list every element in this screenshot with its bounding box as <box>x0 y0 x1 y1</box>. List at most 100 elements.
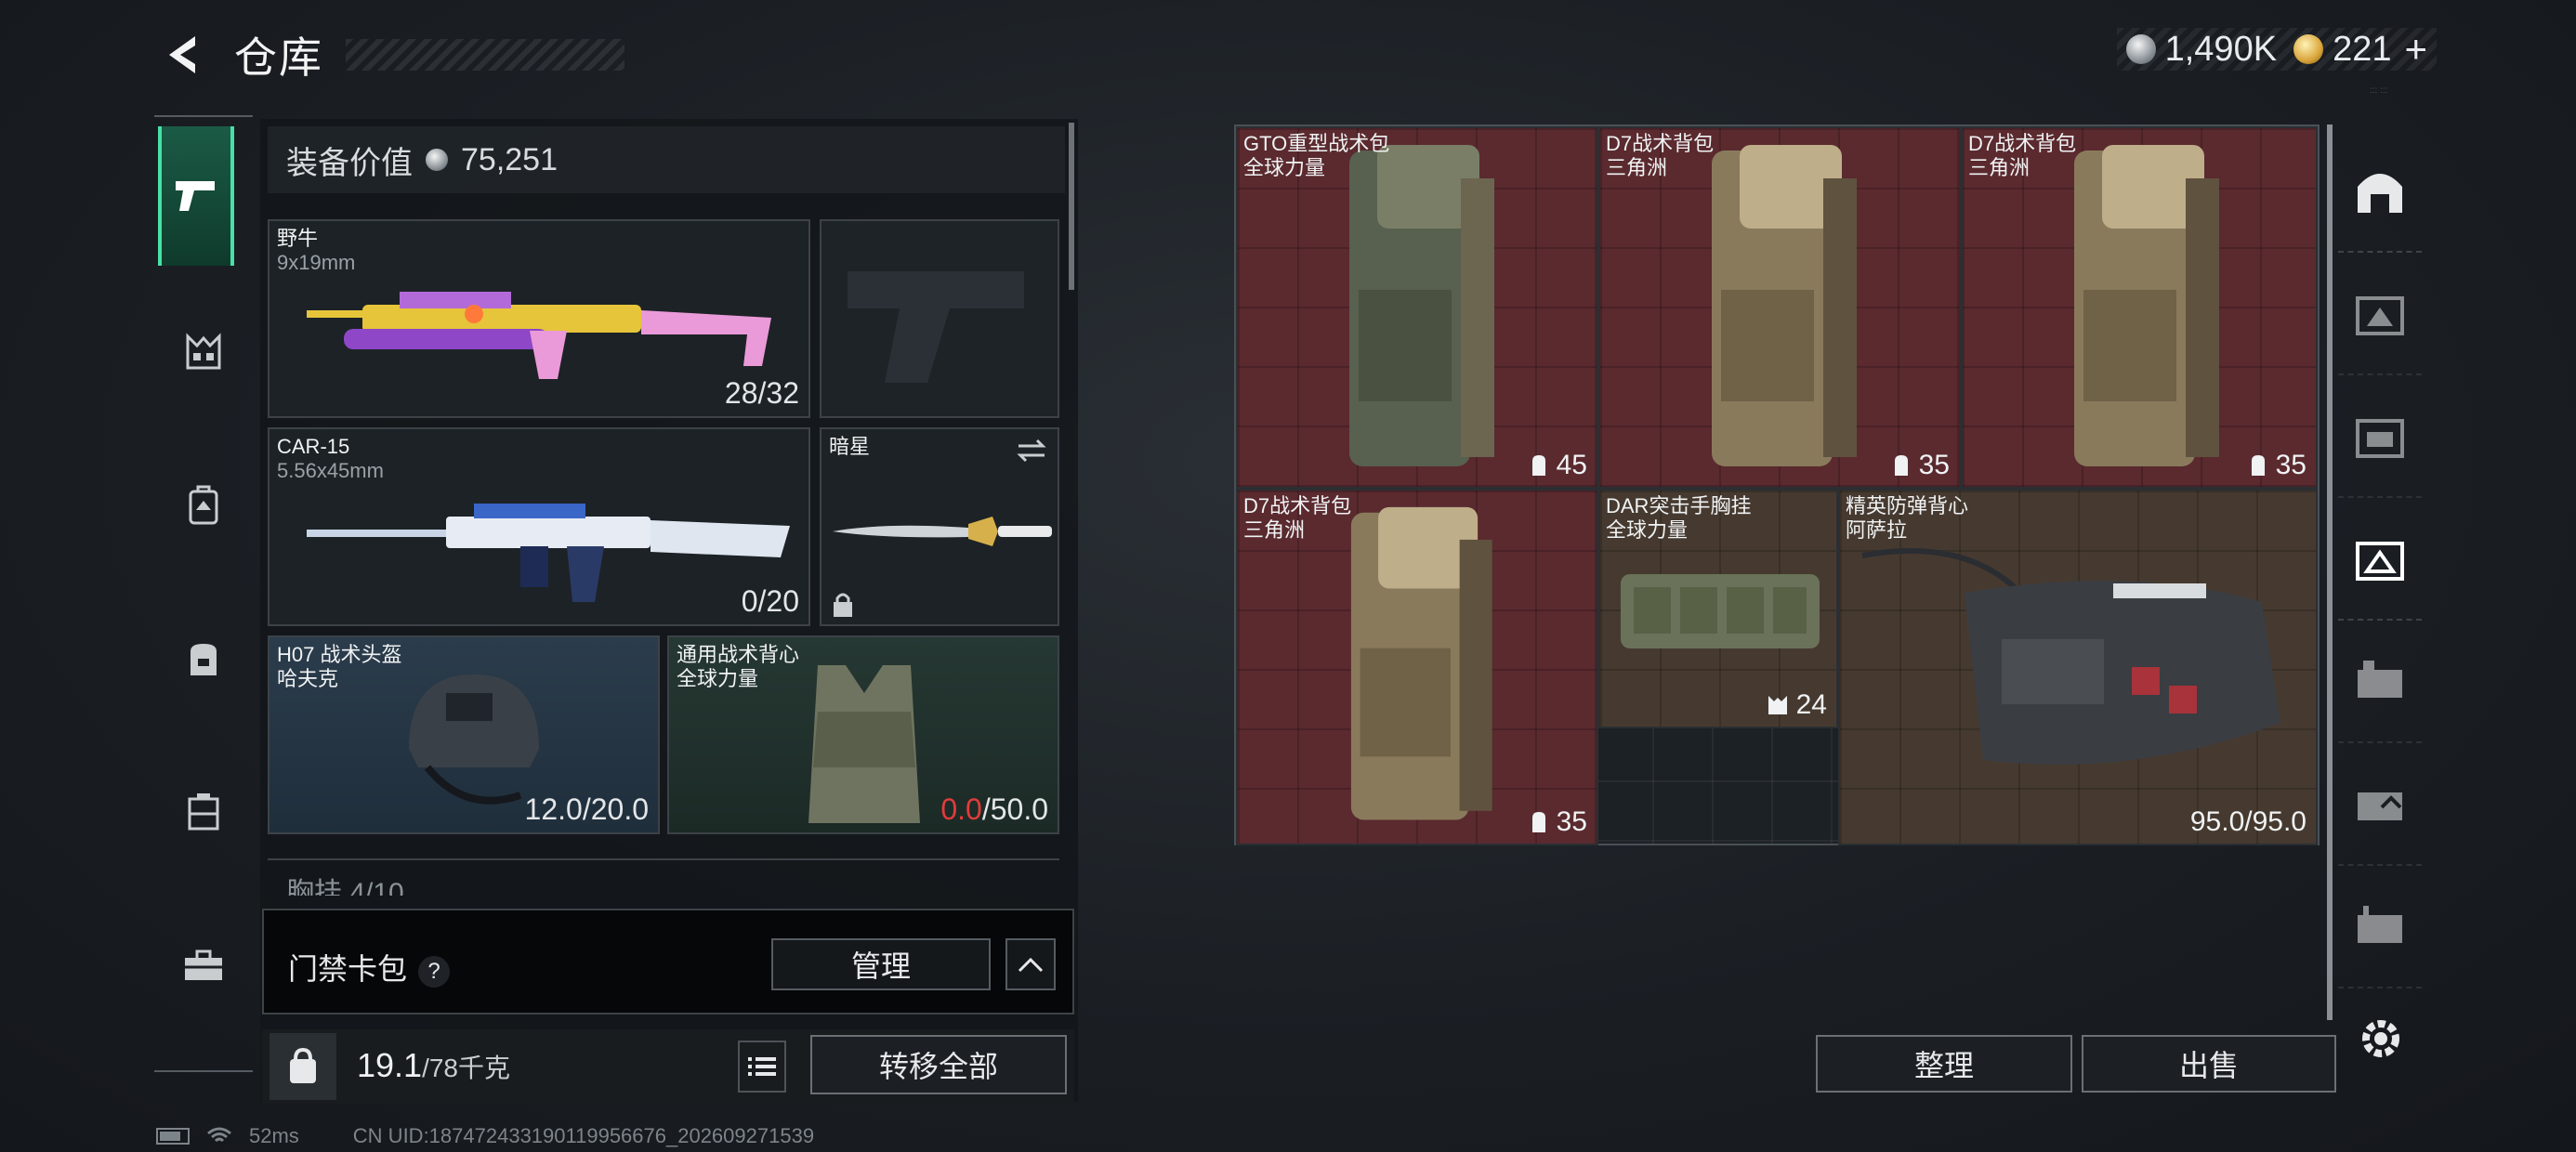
move-all-button[interactable]: 转移全部 <box>810 1035 1067 1094</box>
equip-value-bar: 装备价值 75,251 <box>268 126 1065 193</box>
vest-name: 通用战术背心 <box>677 643 800 666</box>
item-capacity: 24 <box>1767 689 1827 721</box>
stash-tab-2[interactable] <box>2338 375 2422 498</box>
loadout-scrollbar[interactable] <box>1069 123 1074 290</box>
weapon-name: CAR-15 <box>277 435 350 458</box>
sort-button[interactable]: 整理 <box>1816 1035 2072 1093</box>
vest-durability: 0.0/50.0 <box>940 792 1048 827</box>
gold-amount: 221 <box>2333 29 2392 69</box>
rifle-weapon-image <box>307 504 790 602</box>
stash-tab-3[interactable] <box>2338 498 2422 621</box>
stash-item-d7-backpack-1[interactable]: D7战术背包 三角洲 35 <box>1598 126 1961 489</box>
stash-tab-icon <box>2356 542 2404 581</box>
header: 仓库 <box>160 24 624 85</box>
item-faction: 三角洲 <box>1606 156 1668 179</box>
rail-weapons[interactable] <box>158 126 234 266</box>
container-icon <box>188 792 219 830</box>
item-name: D7战术背包 <box>1243 494 1352 517</box>
backpack-small-icon <box>1894 455 1908 476</box>
item-faction: 全球力量 <box>1606 518 1689 542</box>
melee-slot[interactable]: 暗星 <box>820 427 1059 626</box>
ping: 52ms <box>249 1124 299 1147</box>
weapon-ammo: 28/32 <box>724 376 799 410</box>
stash-item-d7-backpack-2[interactable]: D7战术背包 三角洲 35 <box>1961 126 2318 489</box>
stash-tab-6[interactable] <box>2338 866 2422 988</box>
home-arch-icon <box>2358 174 2402 213</box>
stash-item-d7-backpack-3[interactable]: D7战术背包 三角洲 35 <box>1236 489 1598 845</box>
collapse-button[interactable] <box>1005 938 1056 990</box>
stash-tab-1[interactable] <box>2338 253 2422 375</box>
back-button[interactable] <box>160 29 212 81</box>
backpack-image <box>1349 145 1494 466</box>
helmet-faction: 哈夫克 <box>277 667 339 690</box>
stash-tab-overview[interactable] <box>2338 130 2422 253</box>
add-currency-button[interactable]: + <box>2404 27 2427 72</box>
primary-weapon-slot[interactable]: 野牛 9x19mm 28/32 <box>268 219 810 418</box>
decor-text: ::: ::: <box>2370 85 2388 96</box>
rail-chest-rig[interactable] <box>154 275 253 428</box>
weight-max: /78千克 <box>422 1054 511 1082</box>
capacity-value: 24 <box>1795 689 1827 720</box>
status-bar: 52ms CN UID:18747243319011995667​6_20260… <box>156 1124 814 1148</box>
rail-container[interactable] <box>154 735 253 888</box>
weapon-name: 野牛 <box>277 227 319 250</box>
list-button[interactable] <box>738 1041 786 1093</box>
stash-tab-5[interactable] <box>2338 743 2422 866</box>
rail-backpack[interactable] <box>154 428 253 582</box>
melee-name: 暗星 <box>829 435 871 458</box>
silver-amount: 1,490K <box>2164 29 2278 69</box>
chest-rig-image <box>1621 574 1820 648</box>
item-capacity: 45 <box>1529 450 1587 481</box>
equip-value-label: 装备价值 <box>286 145 413 181</box>
gold-currency[interactable]: 221 + <box>2293 27 2427 72</box>
vest-durability-current: 0.0 <box>940 792 982 826</box>
backpack-image <box>1350 506 1492 820</box>
silver-currency: 1,490K <box>2125 29 2278 70</box>
weapon-ammo: 0/20 <box>741 584 799 618</box>
stash-item-dar-chest-rig[interactable]: DAR突击手胸挂 全球力量 24 <box>1598 489 1838 728</box>
chest-rig-small-icon <box>1768 696 1787 714</box>
smg-weapon-image <box>307 292 771 379</box>
stash-tab-rail <box>2338 130 2422 1003</box>
stash-tab-icon <box>2358 906 2402 943</box>
item-faction: 三角洲 <box>1968 156 2031 179</box>
backpack-small-icon <box>2251 455 2265 476</box>
rail-toolbox[interactable] <box>154 888 253 1041</box>
capacity-value: 35 <box>2275 450 2307 480</box>
vest-durability-max: /50.0 <box>981 792 1048 826</box>
item-capacity: 35 <box>2248 450 2307 481</box>
manage-button[interactable]: 管理 <box>771 938 991 990</box>
item-name: D7战术背包 <box>1968 132 2077 155</box>
sidearm-slot-empty[interactable] <box>820 219 1059 418</box>
gear-icon <box>2362 1020 2399 1057</box>
backpack-image <box>1712 145 1857 466</box>
page-title: 仓库 <box>234 33 323 82</box>
card-bag-text: 门禁卡包 <box>288 952 408 986</box>
silver-coin-icon <box>2125 34 2156 64</box>
weight-readout: 19.1/78千克 <box>357 1046 510 1085</box>
item-capacity: 35 <box>1891 450 1950 481</box>
stash-item-elite-vest[interactable]: 精英防弹背心 阿萨拉 95.0/95.0 <box>1838 489 2318 845</box>
settings-button[interactable] <box>2355 1013 2407 1065</box>
vest-faction: 全球力量 <box>677 667 759 690</box>
stash-scrollbar[interactable] <box>2327 124 2333 1020</box>
help-icon[interactable]: ? <box>418 955 451 988</box>
vest-slot[interactable]: 通用战术背心 全球力量 0.0/50.0 <box>667 635 1059 834</box>
backpack-icon <box>189 485 218 524</box>
vest-image <box>808 665 920 823</box>
backpack-image <box>2074 145 2219 466</box>
stash-tab-4[interactable] <box>2338 621 2422 743</box>
gold-coin-icon <box>2293 34 2324 64</box>
helmet-slot[interactable]: H07 战术头盔 哈夫克 12.0/20.0 <box>268 635 660 834</box>
weight-icon-box <box>269 1033 336 1100</box>
item-capacity: 35 <box>1529 806 1587 838</box>
sell-button[interactable]: 出售 <box>2082 1035 2336 1093</box>
knife-image <box>833 517 1052 546</box>
chest-rig-icon <box>186 332 221 369</box>
swap-icon[interactable] <box>1015 437 1048 465</box>
stash-item-gto-backpack[interactable]: GTO重型战术包 全球力量 45 <box>1236 126 1598 489</box>
rail-safe-box[interactable] <box>154 582 253 735</box>
secondary-weapon-slot[interactable]: CAR-15 5.56x45mm 0/20 <box>268 427 810 626</box>
helmet-name: H07 战术头盔 <box>277 643 402 666</box>
item-name: D7战术背包 <box>1606 132 1715 155</box>
